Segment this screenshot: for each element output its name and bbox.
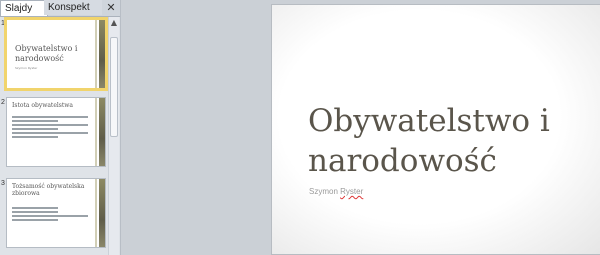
thumb-stripe xyxy=(95,20,97,88)
thumb-title: Tożsamość obywatelska zbiorowa xyxy=(12,183,85,197)
thumb-stripe xyxy=(95,98,97,166)
title-line-2: narodowość xyxy=(308,143,497,179)
slide-title[interactable]: Obywatelstwo i narodowość xyxy=(308,101,568,181)
slide-thumbnail-2[interactable]: Istota obywatelstwa xyxy=(6,97,106,167)
thumb-stripe xyxy=(95,179,97,247)
thumb-sidebar xyxy=(99,179,105,247)
thumb-subtitle: Szymon Ryster xyxy=(15,66,38,70)
slide-number: 2 xyxy=(1,99,5,106)
slide-canvas: Obywatelstwo i narodowość Szymon Ryster xyxy=(121,0,600,255)
thumb-bullets xyxy=(12,114,88,140)
thumb-title: Istota obywatelstwa xyxy=(12,102,74,109)
thumb-sidebar xyxy=(99,20,105,88)
title-line-1: Obywatelstwo i xyxy=(308,103,550,139)
author-last: Ryster xyxy=(340,187,364,196)
scrollbar-thumb[interactable] xyxy=(110,37,118,137)
thumb-title: Obywatelstwo i narodowość xyxy=(15,44,78,63)
tab-outline[interactable]: Konspekt xyxy=(44,0,102,15)
thumb-bullets xyxy=(12,205,88,223)
thumb-sidebar xyxy=(99,98,105,166)
pane-scrollbar[interactable]: ▲ xyxy=(108,17,119,255)
slide-thumbnail-3[interactable]: Tożsamość obywatelska zbiorowa xyxy=(6,178,106,248)
slide-thumbnail-1[interactable]: Obywatelstwo i narodowość Szymon Ryster xyxy=(4,17,108,91)
scroll-up-icon[interactable]: ▲ xyxy=(110,19,118,27)
slides-pane: Slajdy Konspekt ✕ 1 Obywatelstwo i narod… xyxy=(0,0,121,255)
pane-tabs: Slajdy Konspekt ✕ xyxy=(0,0,120,17)
close-icon[interactable]: ✕ xyxy=(104,0,118,15)
tab-slides[interactable]: Slajdy xyxy=(0,0,48,16)
current-slide[interactable]: Obywatelstwo i narodowość Szymon Ryster xyxy=(271,4,600,255)
author-first: Szymon xyxy=(309,187,338,196)
slide-number: 3 xyxy=(1,180,5,187)
slide-subtitle[interactable]: Szymon Ryster xyxy=(309,187,363,196)
